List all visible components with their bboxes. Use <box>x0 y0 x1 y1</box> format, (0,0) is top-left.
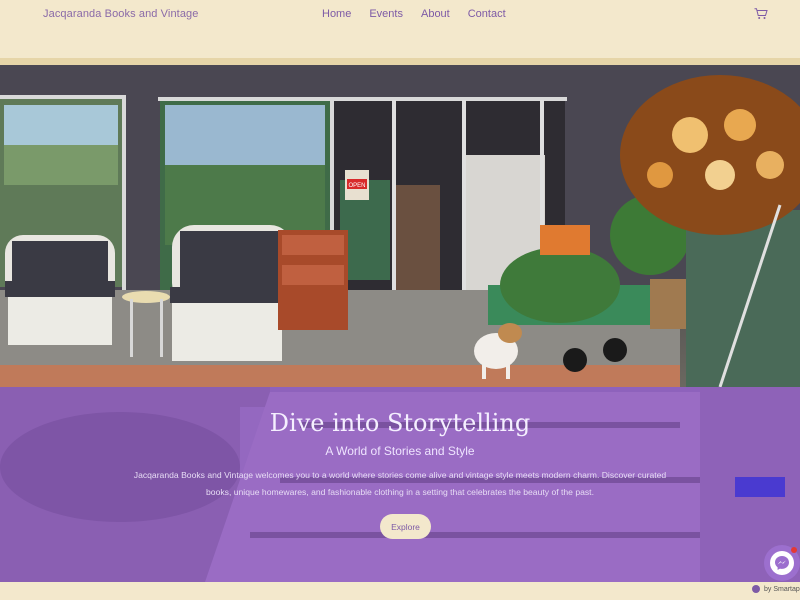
section-body: Jacqaranda Books and Vintage welcomes yo… <box>133 470 667 497</box>
main-nav: Home Events About Contact <box>322 8 524 20</box>
messenger-icon <box>770 551 794 575</box>
site-header: Jacqaranda Books and Vintage Home Events… <box>0 0 800 58</box>
powered-by-badge[interactable]: by Smartap <box>752 585 800 593</box>
section-subtitle: A World of Stories and Style <box>325 444 475 458</box>
notification-dot <box>791 547 797 553</box>
brand-dot-icon <box>752 585 760 593</box>
footer-strip <box>0 582 800 600</box>
explore-button[interactable]: Explore <box>380 514 431 539</box>
nav-about[interactable]: About <box>421 8 450 20</box>
brand-link[interactable]: Jacqaranda Books and Vintage <box>43 8 199 20</box>
intro-band: Dive into Storytelling A World of Storie… <box>0 387 800 582</box>
powered-by-label: by Smartap <box>764 585 800 593</box>
cart-icon[interactable] <box>754 8 768 20</box>
hero-photo: OPEN <box>0 65 800 387</box>
nav-contact[interactable]: Contact <box>468 8 506 20</box>
nav-events[interactable]: Events <box>369 8 403 20</box>
nav-home[interactable]: Home <box>322 8 351 20</box>
section-title: Dive into Storytelling <box>269 409 531 437</box>
open-sign: OPEN <box>348 183 365 189</box>
header-divider <box>0 58 800 65</box>
